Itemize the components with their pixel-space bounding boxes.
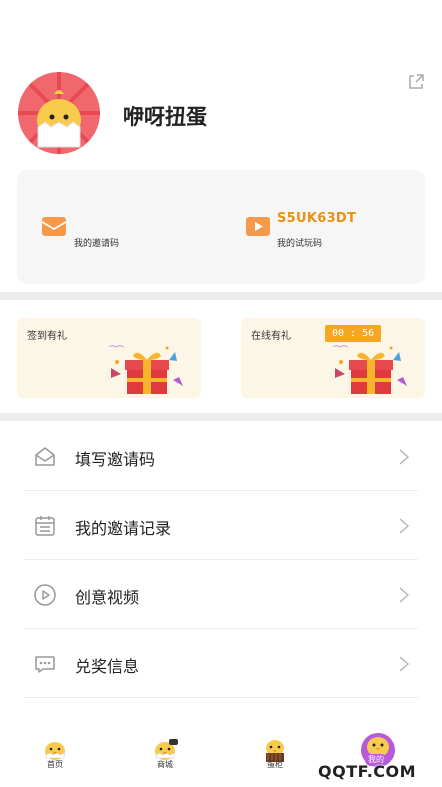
menu-item-label: 我的邀请记录 [75,519,172,538]
share-icon[interactable] [406,72,426,92]
tab-label: 首页 [47,760,63,769]
avatar[interactable] [18,72,100,154]
trial-video-icon [245,213,271,239]
menu-item-fill-invite-code[interactable]: 填写邀请码 [0,422,442,491]
watermark: QQTF.COM [318,762,417,781]
tab-label: 商城 [157,760,173,769]
chevron-right-icon [398,448,410,466]
play-icon [33,583,57,607]
online-gift-card[interactable]: 在线有礼 00 : 56 ⁀⁀ [241,318,425,398]
trial-code-value[interactable]: S5UK63DT [277,211,356,226]
gift-box-icon: ⁀⁀ [332,340,413,396]
chevron-right-icon [398,517,410,535]
chat-icon [33,652,57,676]
chevron-right-icon [398,586,410,604]
online-gift-title: 在线有礼 [251,331,291,342]
section-divider [0,292,442,300]
gift-box-icon: ⁀⁀ [108,340,189,396]
username: 咿呀扭蛋 [123,105,207,129]
signin-gift-card[interactable]: 签到有礼 ⁀⁀ [17,318,201,398]
menu-item-label: 兑奖信息 [75,657,140,676]
signin-gift-title: 签到有礼 [27,331,67,342]
svg-text:⁀⁀: ⁀⁀ [333,346,348,357]
invite-code-label: 我的邀请码 [74,239,120,249]
menu-item-invite-records[interactable]: 我的邀请记录 [0,491,442,560]
svg-text:⁀⁀: ⁀⁀ [109,346,124,357]
menu-item-label: 创意视频 [75,588,140,607]
menu-item-label: 填写邀请码 [75,450,156,469]
envelope-icon [33,445,57,469]
invite-envelope-icon [41,213,67,239]
calendar-icon [33,514,57,538]
tab-home[interactable]: 首页 [0,728,110,787]
tab-label: 蛋柜 [267,760,283,769]
menu-item-prize-info[interactable]: 兑奖信息 [0,629,442,698]
section-divider [0,413,442,421]
menu-item-creative-video[interactable]: 创意视频 [0,560,442,629]
tab-shop[interactable]: 商城 [110,728,220,787]
trial-code-label: 我的试玩码 [277,239,323,249]
chevron-right-icon [398,655,410,673]
code-card: 我的邀请码 S5UK63DT 我的试玩码 [17,170,425,284]
settings-menu: 填写邀请码 我的邀请记录 创意视频 兑奖信息 [0,422,442,698]
tab-egg-cabinet[interactable]: 蛋柜 [220,728,330,787]
